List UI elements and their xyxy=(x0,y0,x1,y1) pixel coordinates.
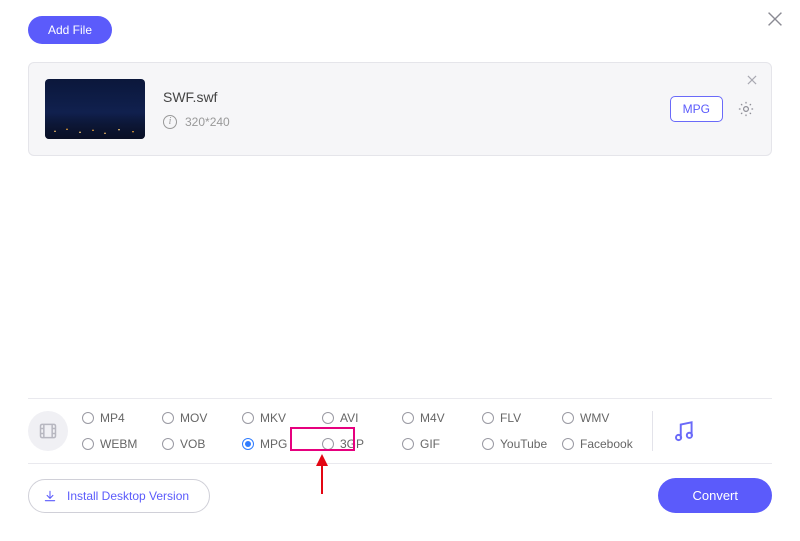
radio-icon xyxy=(562,438,574,450)
info-icon[interactable]: i xyxy=(163,115,177,129)
format-option-3gp[interactable]: 3GP xyxy=(322,433,402,455)
file-card: SWF.swf i 320*240 MPG xyxy=(28,62,772,156)
output-format-pill[interactable]: MPG xyxy=(670,96,723,122)
format-option-youtube[interactable]: YouTube xyxy=(482,433,562,455)
video-format-icon[interactable] xyxy=(28,411,68,451)
radio-icon xyxy=(162,438,174,450)
format-label: MKV xyxy=(260,411,286,425)
format-option-m4v[interactable]: M4V xyxy=(402,407,482,429)
format-label: MPG xyxy=(260,437,287,451)
format-label: 3GP xyxy=(340,437,364,451)
radio-icon xyxy=(402,412,414,424)
format-option-avi[interactable]: AVI xyxy=(322,407,402,429)
radio-icon xyxy=(82,412,94,424)
format-label: WEBM xyxy=(100,437,137,451)
format-bar: MP4 MOV MKV AVI M4V FLV WMV WEBM VOB MPG 3GP GIF You… xyxy=(28,398,772,464)
convert-button[interactable]: Convert xyxy=(658,478,772,513)
install-desktop-label: Install Desktop Version xyxy=(67,489,189,503)
radio-icon xyxy=(162,412,174,424)
radio-icon xyxy=(82,438,94,450)
format-label: WMV xyxy=(580,411,609,425)
format-label: MP4 xyxy=(100,411,125,425)
install-desktop-button[interactable]: Install Desktop Version xyxy=(28,479,210,513)
format-option-webm[interactable]: WEBM xyxy=(82,433,162,455)
format-option-mpg[interactable]: MPG xyxy=(242,433,322,455)
add-file-button[interactable]: Add File xyxy=(28,16,112,44)
radio-icon xyxy=(482,412,494,424)
radio-icon xyxy=(242,438,254,450)
format-label: GIF xyxy=(420,437,440,451)
close-icon[interactable] xyxy=(764,8,786,30)
format-label: YouTube xyxy=(500,437,547,451)
format-option-mp4[interactable]: MP4 xyxy=(82,407,162,429)
file-thumbnail[interactable] xyxy=(45,79,145,139)
format-option-wmv[interactable]: WMV xyxy=(562,407,642,429)
format-option-flv[interactable]: FLV xyxy=(482,407,562,429)
format-option-mkv[interactable]: MKV xyxy=(242,407,322,429)
radio-icon xyxy=(482,438,494,450)
file-resolution: 320*240 xyxy=(185,115,230,129)
radio-icon xyxy=(322,412,334,424)
radio-icon xyxy=(242,412,254,424)
format-option-facebook[interactable]: Facebook xyxy=(562,433,642,455)
format-label: MOV xyxy=(180,411,207,425)
format-label: FLV xyxy=(500,411,521,425)
radio-icon xyxy=(562,412,574,424)
format-option-gif[interactable]: GIF xyxy=(402,433,482,455)
radio-icon xyxy=(402,438,414,450)
radio-icon xyxy=(322,438,334,450)
format-label: VOB xyxy=(180,437,205,451)
format-label: M4V xyxy=(420,411,445,425)
remove-file-icon[interactable] xyxy=(745,73,759,87)
gear-icon[interactable] xyxy=(737,100,755,118)
format-option-vob[interactable]: VOB xyxy=(162,433,242,455)
divider xyxy=(652,411,653,451)
format-label: Facebook xyxy=(580,437,633,451)
format-option-mov[interactable]: MOV xyxy=(162,407,242,429)
file-name: SWF.swf xyxy=(163,89,230,105)
music-icon[interactable] xyxy=(671,418,697,444)
format-label: AVI xyxy=(340,411,358,425)
footer: Install Desktop Version Convert xyxy=(28,478,772,513)
